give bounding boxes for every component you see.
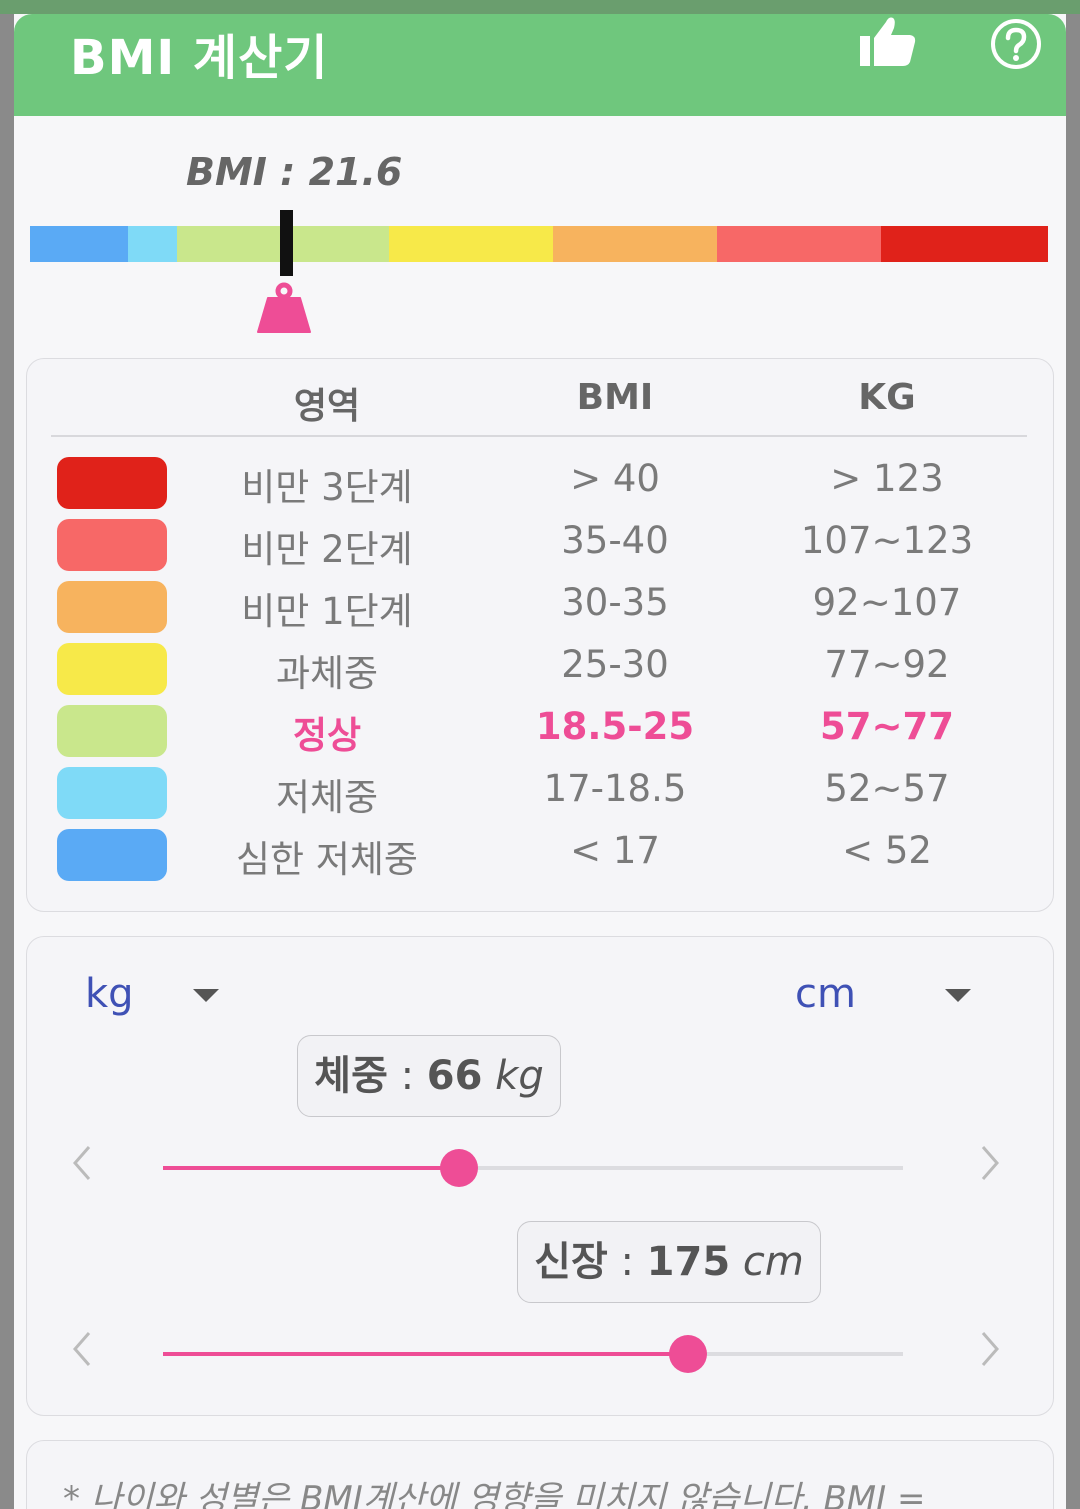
area-cell: 비만 1단계 bbox=[241, 590, 413, 633]
weight-display: 체중 : 66 kg bbox=[297, 1035, 561, 1117]
table-row: 정상 18.5-25 57~77 bbox=[27, 703, 1053, 763]
height-unit-select[interactable]: cm bbox=[795, 971, 856, 1017]
color-swatch bbox=[57, 643, 167, 695]
area-cell: 정상 bbox=[292, 714, 362, 757]
chevron-down-icon[interactable] bbox=[193, 989, 219, 1002]
weight-label: 체중 bbox=[314, 1053, 388, 1099]
height-slider-thumb[interactable] bbox=[669, 1335, 708, 1373]
weight-increase-icon[interactable] bbox=[975, 1143, 1005, 1183]
bmi-value-label: BMI : 21.6 bbox=[186, 150, 403, 194]
color-swatch bbox=[57, 705, 167, 757]
app-window: BMI 계산기 BMI : 21.6 영역 BMI KG 비만 3단계 > 40 >… bbox=[14, 14, 1066, 1509]
weight-unit-select[interactable]: kg bbox=[85, 971, 134, 1017]
height-unit: cm bbox=[730, 1239, 804, 1285]
height-value: 175 bbox=[646, 1239, 731, 1285]
kg-cell: 52~57 bbox=[824, 767, 950, 810]
weight-slider[interactable] bbox=[163, 1149, 903, 1187]
table-row: 저체중 17-18.5 52~57 bbox=[27, 765, 1053, 825]
weight-slider-fill bbox=[163, 1166, 459, 1170]
app-title: BMI 계산기 bbox=[70, 30, 329, 86]
header-divider bbox=[51, 435, 1027, 437]
scale-segment bbox=[717, 226, 881, 262]
kg-cell: 57~77 bbox=[820, 705, 954, 748]
area-cell: 저체중 bbox=[275, 776, 379, 819]
scale-segment bbox=[30, 226, 128, 262]
kg-cell: 107~123 bbox=[800, 519, 974, 562]
bmi-cell: 25-30 bbox=[561, 643, 669, 686]
weight-decrease-icon[interactable] bbox=[67, 1143, 97, 1183]
color-swatch bbox=[57, 767, 167, 819]
weight-value: 66 bbox=[426, 1053, 483, 1099]
color-swatch bbox=[57, 829, 167, 881]
height-increase-icon[interactable] bbox=[975, 1329, 1005, 1369]
table-row: 비만 3단계 > 40 > 123 bbox=[27, 455, 1053, 515]
bmi-cell: < 17 bbox=[570, 829, 660, 872]
area-cell: 과체중 bbox=[275, 652, 379, 695]
scale-segment bbox=[553, 226, 717, 262]
color-swatch bbox=[57, 581, 167, 633]
table-row: 과체중 25-30 77~92 bbox=[27, 641, 1053, 701]
table-row: 비만 2단계 35-40 107~123 bbox=[27, 517, 1053, 577]
weight-separator: : bbox=[387, 1053, 427, 1099]
color-swatch bbox=[57, 457, 167, 509]
input-panel: kg cm 체중 : 66 kg 신장 : 175 cm bbox=[26, 936, 1054, 1416]
height-separator: : bbox=[607, 1239, 647, 1285]
status-strip bbox=[0, 0, 1080, 14]
bmi-range-table: 영역 BMI KG 비만 3단계 > 40 > 123 비만 2단계 35-40 107~… bbox=[26, 358, 1054, 912]
area-cell: 비만 2단계 bbox=[241, 528, 413, 571]
help-icon[interactable] bbox=[990, 18, 1042, 70]
bmi-cell: 17-18.5 bbox=[543, 767, 687, 810]
kg-cell: 92~107 bbox=[812, 581, 962, 624]
area-cell: 심한 저체중 bbox=[236, 838, 418, 881]
height-decrease-icon[interactable] bbox=[67, 1329, 97, 1369]
weight-slider-thumb[interactable] bbox=[440, 1149, 478, 1187]
scale-segment bbox=[881, 226, 1048, 262]
thumbs-up-icon[interactable] bbox=[858, 14, 918, 68]
table-row: 심한 저체중 < 17 < 52 bbox=[27, 827, 1053, 887]
color-swatch bbox=[57, 519, 167, 571]
scale-segment bbox=[128, 226, 177, 262]
bmi-cell: 35-40 bbox=[561, 519, 669, 562]
bmi-cell: 30-35 bbox=[561, 581, 669, 624]
header-bmi: BMI bbox=[576, 377, 654, 418]
weight-unit: kg bbox=[482, 1053, 544, 1099]
height-label: 신장 bbox=[534, 1239, 608, 1285]
bmi-cell: > 40 bbox=[570, 457, 660, 500]
bmi-cell: 18.5-25 bbox=[535, 705, 695, 748]
bmi-indicator-needle bbox=[280, 210, 293, 276]
height-slider-fill bbox=[163, 1352, 689, 1356]
bmi-color-scale bbox=[30, 226, 1048, 262]
header-area: 영역 bbox=[293, 386, 361, 427]
kg-cell: 77~92 bbox=[824, 643, 950, 686]
kg-cell: < 52 bbox=[842, 829, 932, 872]
header-kg: KG bbox=[858, 377, 916, 418]
area-cell: 비만 3단계 bbox=[241, 466, 413, 509]
app-bar: BMI 계산기 bbox=[14, 14, 1066, 116]
height-display: 신장 : 175 cm bbox=[517, 1221, 821, 1303]
chevron-down-icon[interactable] bbox=[945, 989, 971, 1002]
info-card: * 나이와 성별은 BMI계산에 영향을 미치지 않습니다. BMI = bbox=[26, 1440, 1054, 1509]
scale-segment bbox=[389, 226, 553, 262]
footnote-text: * 나이와 성별은 BMI계산에 영향을 미치지 않습니다. BMI = bbox=[63, 1479, 926, 1509]
height-slider[interactable] bbox=[163, 1335, 903, 1373]
kg-cell: > 123 bbox=[830, 457, 944, 500]
weight-icon bbox=[257, 282, 311, 333]
table-row: 비만 1단계 30-35 92~107 bbox=[27, 579, 1053, 639]
